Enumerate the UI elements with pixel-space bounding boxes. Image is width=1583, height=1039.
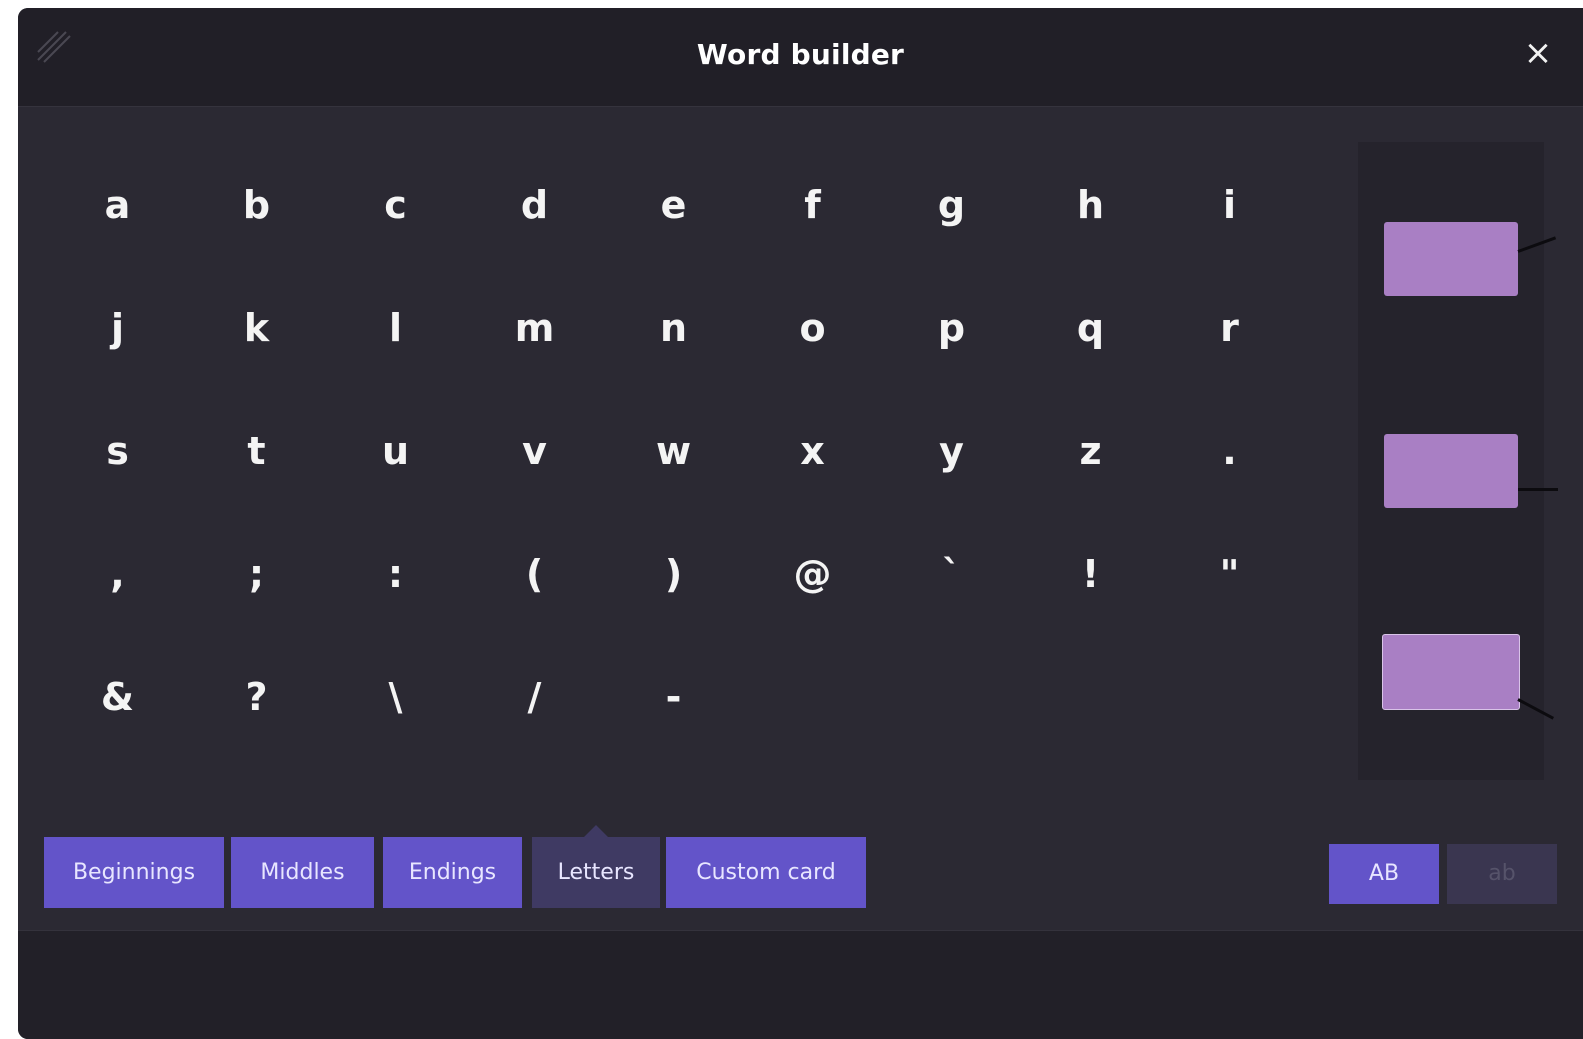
preview-card-3[interactable] (1382, 634, 1520, 710)
connector-line-3 (1517, 698, 1555, 720)
key-button[interactable]: - (604, 636, 743, 759)
title-bar[interactable]: Word builder × (18, 8, 1583, 107)
key-button[interactable]: ? (187, 636, 326, 759)
tab-endings[interactable]: Endings (383, 837, 522, 908)
active-tab-indicator (584, 825, 608, 837)
window-title: Word builder (696, 38, 905, 71)
key-button[interactable]: . (1160, 390, 1299, 513)
key-button[interactable]: u (326, 390, 465, 513)
tab-beginnings[interactable]: Beginnings (44, 837, 224, 908)
tab-middles[interactable]: Middles (231, 837, 374, 908)
key-button[interactable]: h (1021, 144, 1160, 267)
key-button[interactable]: , (48, 513, 187, 636)
preview-card-2[interactable] (1384, 434, 1518, 508)
key-button[interactable]: \ (326, 636, 465, 759)
tab-letters[interactable]: Letters (532, 825, 660, 908)
key-button[interactable]: c (326, 144, 465, 267)
key-button[interactable]: x (743, 390, 882, 513)
key-button[interactable]: ! (1021, 513, 1160, 636)
key-button[interactable]: l (326, 267, 465, 390)
key-button[interactable]: q (1021, 267, 1160, 390)
key-button[interactable]: w (604, 390, 743, 513)
tab-letters-label: Letters (557, 860, 635, 885)
key-button[interactable]: : (326, 513, 465, 636)
key-button[interactable]: o (743, 267, 882, 390)
key-button[interactable]: " (1160, 513, 1299, 636)
character-keyboard: a b c d e f g h i j k l m n o p q r s t u v w x y z.,;:() @ `! " &? \ /… (48, 144, 1298, 784)
key-button[interactable]: b (187, 144, 326, 267)
key-button[interactable]: f (743, 144, 882, 267)
key-button[interactable]: k (187, 267, 326, 390)
card-preview-panel (1358, 142, 1558, 780)
key-button[interactable]: d (465, 144, 604, 267)
key-button[interactable]: y (882, 390, 1021, 513)
key-button[interactable]: t (187, 390, 326, 513)
key-button[interactable]: z (1021, 390, 1160, 513)
key-button[interactable]: j (48, 267, 187, 390)
key-button[interactable]: s (48, 390, 187, 513)
key-button[interactable]: i (1160, 144, 1299, 267)
lowercase-toggle[interactable]: ab (1447, 844, 1557, 904)
uppercase-toggle[interactable]: AB (1329, 844, 1439, 904)
key-button[interactable]: v (465, 390, 604, 513)
connector-line-2 (1518, 488, 1558, 491)
key-button[interactable]: ; (187, 513, 326, 636)
key-button[interactable]: a (48, 144, 187, 267)
close-icon[interactable]: × (1521, 36, 1555, 70)
key-button[interactable]: g (882, 144, 1021, 267)
key-button[interactable]: p (882, 267, 1021, 390)
key-button[interactable]: n (604, 267, 743, 390)
key-button[interactable]: ( (465, 513, 604, 636)
key-button[interactable]: e (604, 144, 743, 267)
key-button[interactable]: ` (882, 513, 1021, 636)
connector-line-1 (1517, 236, 1557, 253)
key-button[interactable]: r (1160, 267, 1299, 390)
footer-bar (18, 930, 1583, 1039)
key-button[interactable]: @ (743, 513, 882, 636)
key-button[interactable]: m (465, 267, 604, 390)
key-button[interactable]: ) (604, 513, 743, 636)
tab-custom-card[interactable]: Custom card (666, 837, 866, 908)
word-builder-window: Word builder × abcdefghijklmnopqrstuvwxy… (18, 8, 1583, 1039)
key-button[interactable]: / (465, 636, 604, 759)
preview-card-1[interactable] (1384, 222, 1518, 296)
key-button[interactable]: & (48, 636, 187, 759)
